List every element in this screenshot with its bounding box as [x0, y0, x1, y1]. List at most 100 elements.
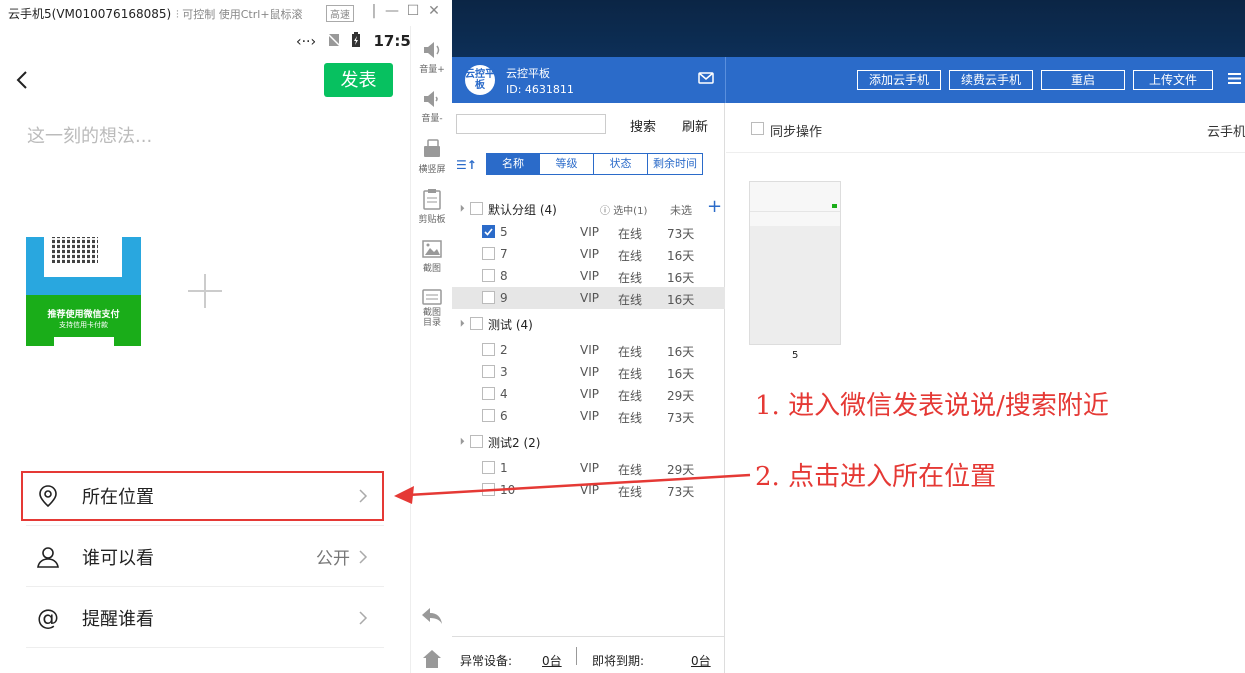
- back-nav-button[interactable]: [411, 606, 453, 628]
- device-row[interactable]: 7 VIP 在线 16天: [452, 243, 725, 265]
- group-checkbox[interactable]: [470, 202, 483, 215]
- device-checkbox[interactable]: [482, 225, 495, 238]
- collapse-icon[interactable]: [453, 316, 465, 327]
- visibility-option[interactable]: 谁可以看 公开: [26, 527, 384, 587]
- device-row[interactable]: 3 VIP 在线 16天: [452, 361, 725, 383]
- device-row[interactable]: 8 VIP 在线 16天: [452, 265, 725, 287]
- abnormal-label: 异常设备:: [460, 654, 513, 668]
- chevron-right-icon: [359, 611, 368, 625]
- device-checkbox[interactable]: [482, 365, 495, 378]
- tab-level[interactable]: 等级: [540, 154, 594, 174]
- control-hint: ⫶ 可控制 使用Ctrl+鼠标滚: [176, 8, 303, 21]
- screenshot-icon: [422, 240, 442, 258]
- check-icon: [484, 228, 493, 236]
- mail-icon[interactable]: [698, 72, 714, 84]
- plus-icon: [188, 274, 222, 308]
- device-row[interactable]: 10 VIP 在线 73天: [452, 479, 725, 501]
- device-checkbox[interactable]: [482, 343, 495, 356]
- publish-button[interactable]: 发表: [324, 63, 393, 97]
- visibility-label: 谁可以看: [82, 548, 154, 569]
- add-image-button[interactable]: [186, 272, 224, 310]
- unselected-label[interactable]: 未选: [670, 202, 692, 218]
- home-nav-button[interactable]: [411, 648, 453, 672]
- chevron-left-icon: [16, 71, 27, 89]
- network-icon: ‹··›: [296, 34, 317, 50]
- phone-status-bar: ‹··› 17:52: [290, 32, 421, 52]
- group-row[interactable]: 默认分组 (4) ⓘ 选中(1) 未选 +: [452, 196, 725, 220]
- minimize-icon[interactable]: —: [384, 3, 400, 19]
- group-name: 测试 (4): [488, 318, 533, 332]
- attached-image[interactable]: 推荐使用微信支付 支持信用卡付款: [26, 237, 141, 346]
- device-row[interactable]: 6 VIP 在线 73天: [452, 405, 725, 427]
- device-checkbox[interactable]: [482, 291, 495, 304]
- device-row[interactable]: 1 VIP 在线 29天: [452, 457, 725, 479]
- tab-name[interactable]: 名称: [487, 154, 540, 174]
- device-row[interactable]: 9 VIP 在线 16天: [452, 287, 725, 309]
- battery-icon: [351, 32, 361, 52]
- sliders-icon: ⫶: [176, 8, 179, 21]
- back-button[interactable]: [14, 66, 30, 94]
- sync-checkbox[interactable]: [751, 122, 764, 135]
- tab-status[interactable]: 状态: [594, 154, 648, 174]
- group-checkbox[interactable]: [470, 435, 483, 448]
- upload-file-button[interactable]: 上传文件: [1133, 70, 1213, 90]
- device-checkbox[interactable]: [482, 409, 495, 422]
- device-row[interactable]: 2 VIP 在线 16天: [452, 339, 725, 361]
- device-checkbox[interactable]: [482, 269, 495, 282]
- screenshot-folder-icon: [422, 289, 442, 305]
- rotate-button[interactable]: 横竖屏: [411, 138, 453, 175]
- rotate-icon: [424, 139, 440, 157]
- home-icon: [423, 650, 441, 668]
- visibility-value: 公开: [316, 549, 350, 569]
- annotation-step-2: 2. 点击进入所在位置: [755, 462, 997, 492]
- group-checkbox[interactable]: [470, 317, 483, 330]
- cloud-control-app: 云控平板 云控平板 ID: 4631811 添加云手机 续费云手机 重启 上传文…: [452, 57, 1245, 673]
- volume-up-button[interactable]: 音量+: [411, 40, 453, 75]
- clipboard-icon: [423, 189, 441, 210]
- cloud-phone-header: 云手机: [1207, 125, 1245, 140]
- clipboard-button[interactable]: 剪贴板: [411, 188, 453, 225]
- device-thumbnail[interactable]: [749, 181, 841, 345]
- device-checkbox[interactable]: [482, 461, 495, 474]
- window-title: 云手机5(VM010076168085): [8, 7, 172, 21]
- phone-side-toolbar: 音量+ 音量- 横竖屏 剪贴板 截图 截图目录: [410, 26, 452, 673]
- speed-badge[interactable]: 高速: [326, 5, 354, 22]
- tab-remaining-time[interactable]: 剩余时间: [648, 154, 702, 174]
- device-checkbox[interactable]: [482, 483, 495, 496]
- app-logo: 云控平板: [465, 65, 495, 95]
- device-checkbox[interactable]: [482, 247, 495, 260]
- sort-icon[interactable]: ☰↑: [456, 158, 477, 172]
- device-checkbox[interactable]: [482, 387, 495, 400]
- thumbnail-label: 5: [792, 350, 799, 361]
- mention-option[interactable]: @ 提醒谁看: [26, 588, 384, 648]
- device-search-input[interactable]: [456, 114, 606, 134]
- volume-down-button[interactable]: 音量-: [411, 89, 453, 124]
- restart-button[interactable]: 重启: [1041, 70, 1125, 90]
- device-row[interactable]: 5 VIP 在线 73天: [452, 221, 725, 243]
- svg-text:@: @: [37, 606, 59, 630]
- close-icon[interactable]: ✕: [426, 3, 442, 19]
- maximize-icon[interactable]: ☐: [405, 3, 421, 19]
- group-row[interactable]: 测试 (4): [452, 313, 725, 335]
- collapse-icon[interactable]: [453, 434, 465, 445]
- menu-icon[interactable]: [1228, 72, 1241, 85]
- add-phone-button[interactable]: 添加云手机: [857, 70, 941, 90]
- expiring-count-link[interactable]: 0台: [691, 652, 711, 669]
- refresh-button[interactable]: 刷新: [682, 116, 708, 135]
- chevron-right-icon: [359, 550, 368, 564]
- renew-phone-button[interactable]: 续费云手机: [949, 70, 1033, 90]
- collapse-icon[interactable]: [453, 201, 465, 212]
- group-row[interactable]: 测试2 (2): [452, 431, 725, 453]
- abnormal-count-link[interactable]: 0台: [542, 652, 562, 669]
- sort-tabs: 名称 等级 状态 剩余时间: [486, 153, 703, 175]
- phone-screen: ‹··› 17:52 发表 这一刻的想法... 推荐使用微信支付 支持信用卡付款: [0, 26, 421, 673]
- expiring-label: 即将到期:: [592, 654, 645, 668]
- screenshot-folder-button[interactable]: 截图目录: [411, 288, 453, 328]
- search-button[interactable]: 搜索: [630, 116, 656, 135]
- device-row[interactable]: 4 VIP 在线 29天: [452, 383, 725, 405]
- screenshot-button[interactable]: 截图: [411, 239, 453, 274]
- app-header: 云控平板 云控平板 ID: 4631811 添加云手机 续费云手机 重启 上传文…: [452, 57, 1245, 103]
- add-group-icon[interactable]: +: [707, 196, 722, 217]
- phone-window-titlebar: 云手机5(VM010076168085) ⫶ 可控制 使用Ctrl+鼠标滚 高速…: [0, 0, 452, 26]
- thought-input[interactable]: 这一刻的想法...: [27, 122, 152, 148]
